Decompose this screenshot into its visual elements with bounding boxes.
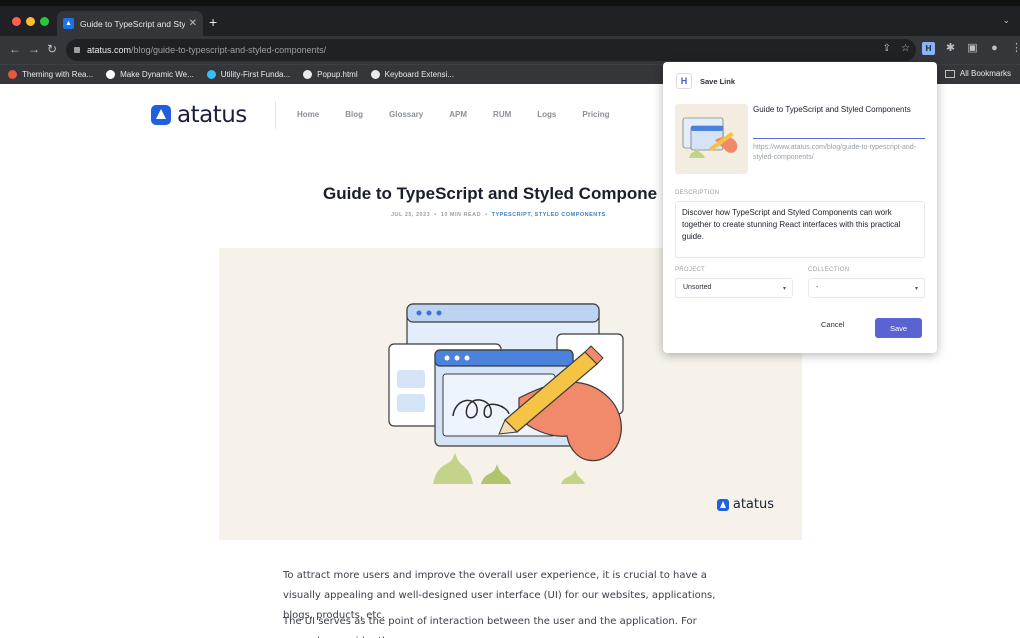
bookmark-favicon-icon (106, 70, 116, 79)
tab-title: Guide to TypeScript and Styled (80, 18, 185, 29)
close-tab-icon[interactable]: ✕ (189, 18, 197, 29)
description-label: DESCRIPTION (675, 190, 720, 196)
atatus-logo-icon (716, 498, 729, 511)
bookmark-item[interactable]: Keyboard Extensi... (370, 70, 454, 79)
url-path: /blog/guide-to-typescript-and-styled-com… (131, 45, 327, 55)
url-domain: atatus.com (87, 45, 132, 55)
project-label: PROJECT (675, 267, 706, 273)
browser-toolbar: ← → ↻ atatus.com/blog/guide-to-typescrip… (0, 36, 1020, 64)
all-bookmarks-button[interactable]: All Bookmarks (944, 69, 1011, 78)
post-meta: JUL 25, 2023 • 10 MIN READ • TYPESCRIPT,… (391, 212, 606, 218)
collection-select[interactable]: - ▾ (808, 278, 925, 298)
dropdown-arrow-icon: ▾ (914, 286, 918, 292)
bookmark-favicon-icon (8, 70, 17, 79)
hero-atatus-logo: atatus (716, 497, 774, 512)
forward-icon[interactable]: → (28, 42, 40, 56)
bookmark-item[interactable]: Make Dynamic We... (106, 70, 194, 79)
dropdown-arrow-icon: ▾ (782, 286, 786, 292)
project-value: Unsorted (683, 284, 712, 291)
folder-icon (944, 69, 955, 78)
description-textarea[interactable]: Discover how TypeScript and Styled Compo… (675, 201, 925, 258)
nav-apm[interactable]: APM (449, 110, 467, 119)
extensions-puzzle-icon[interactable]: ✱ (944, 42, 957, 55)
nav-home[interactable]: Home (297, 110, 319, 119)
minimize-window-button[interactable] (26, 17, 35, 26)
reload-icon[interactable]: ↻ (47, 42, 57, 56)
thumbnail-illustration (682, 117, 738, 158)
nav-rum[interactable]: RUM (493, 110, 511, 119)
atatus-logo-icon (151, 105, 171, 125)
browser-window: ▲ Guide to TypeScript and Styled ✕ + ⌄ ←… (0, 6, 1020, 638)
nav-divider (275, 101, 276, 129)
side-panel-icon[interactable]: ▣ (966, 42, 979, 55)
post-date: JUL 25, 2023 (391, 212, 431, 218)
atatus-favicon-icon: ▲ (63, 18, 74, 29)
more-menu-icon[interactable]: ⋮ (1010, 42, 1020, 55)
bookmark-item[interactable]: Theming with Rea... (8, 70, 93, 79)
link-title-field[interactable]: Guide to TypeScript and Styled Component… (753, 104, 923, 115)
read-time: 10 MIN READ (440, 212, 482, 218)
title-field-underline (753, 138, 925, 139)
nav-blog[interactable]: Blog (345, 110, 363, 119)
close-window-button[interactable] (12, 17, 21, 26)
post-title: Guide to TypeScript and Styled Compone (323, 184, 658, 203)
save-button[interactable]: Save (875, 318, 922, 338)
profile-icon[interactable]: ● (988, 42, 1001, 55)
save-link-extension-icon[interactable]: H (922, 42, 935, 55)
site-logo[interactable]: atatus (151, 102, 247, 128)
tab-strip: ▲ Guide to TypeScript and Styled ✕ + ⌄ (0, 6, 1020, 36)
collection-value: - (816, 284, 819, 291)
popup-header: H Save Link (676, 73, 735, 89)
globe-icon (303, 70, 313, 79)
popup-title: Save Link (700, 76, 736, 86)
post-tags[interactable]: TYPESCRIPT, STYLED COMPONENTS (492, 212, 606, 218)
tab-search-icon[interactable]: ⌄ (1002, 15, 1010, 26)
nav-logs[interactable]: Logs (537, 110, 556, 119)
collection-label: COLLECTION (808, 267, 850, 273)
nav-glossary[interactable]: Glossary (389, 110, 423, 119)
cancel-button[interactable]: Cancel (821, 320, 844, 329)
site-nav: Home Blog Glossary APM RUM Logs Pricing (297, 110, 610, 119)
lock-icon (74, 47, 80, 53)
back-icon[interactable]: ← (9, 42, 21, 56)
maximize-window-button[interactable] (40, 17, 49, 26)
address-bar[interactable]: atatus.com/blog/guide-to-typescript-and-… (66, 39, 916, 61)
save-link-popup: H Save Link Guide to TypeScript and Styl… (663, 62, 937, 353)
bookmark-star-icon[interactable]: ☆ (901, 43, 910, 54)
link-url: https://www.atatus.com/blog/guide-to-typ… (753, 144, 917, 161)
bookmark-item[interactable]: Utility-First Funda... (206, 70, 290, 79)
globe-icon (370, 70, 380, 79)
nav-pricing[interactable]: Pricing (582, 110, 609, 119)
extension-logo-icon: H (676, 73, 692, 89)
project-select[interactable]: Unsorted ▾ (675, 278, 793, 298)
link-thumbnail (675, 104, 748, 174)
post-paragraph: The UI serves as the point of interactio… (283, 616, 697, 638)
bookmark-item[interactable]: Popup.html (303, 70, 358, 79)
browser-tab[interactable]: ▲ Guide to TypeScript and Styled ✕ (57, 11, 203, 36)
share-icon[interactable]: ⇪ (883, 43, 891, 54)
bookmark-favicon-icon (206, 70, 216, 79)
new-tab-icon[interactable]: + (209, 14, 217, 30)
